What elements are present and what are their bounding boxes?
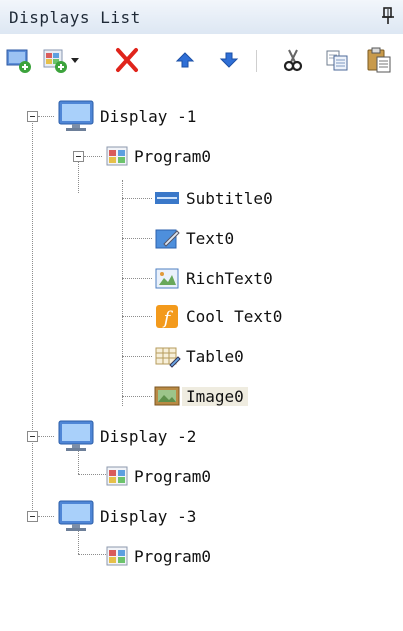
tree-node-label: Cool Text0	[186, 306, 283, 326]
table-icon	[155, 347, 181, 368]
tree-line	[122, 396, 152, 397]
tree-node-label: Program0	[134, 546, 212, 566]
tree-line	[84, 156, 102, 157]
tree-node-label: RichText0	[186, 268, 273, 288]
program-icon	[106, 146, 128, 166]
subtitle-icon	[155, 192, 179, 204]
scissors-icon	[283, 49, 303, 72]
copy-icon	[326, 50, 348, 71]
tree-node-richtext[interactable]: RichText0	[152, 260, 277, 296]
displays-tree: Display -1 Program0 Subtitle0 Text0 Rich	[0, 88, 403, 631]
tree-line	[32, 116, 33, 516]
tree-line	[78, 474, 106, 475]
arrow-up-icon	[175, 52, 195, 68]
cool-text-icon: f	[156, 305, 178, 329]
tree-line	[38, 436, 54, 437]
tree-line	[122, 238, 152, 239]
tree-node-cool-text[interactable]: f Cool Text0	[152, 298, 286, 334]
monitor-icon	[58, 420, 94, 451]
tree-node-label: Table0	[186, 346, 244, 366]
tree-line	[122, 316, 152, 317]
tree-line	[38, 516, 54, 517]
tree-line	[78, 554, 106, 555]
tree-line	[122, 278, 152, 279]
tree-node-label: Display -3	[100, 506, 197, 526]
tree-node-program-display-3[interactable]: Program0	[104, 538, 215, 574]
pin-icon[interactable]	[381, 7, 395, 25]
tree-node-label: Image0	[182, 386, 248, 406]
tree-node-text[interactable]: Text0	[152, 220, 238, 256]
tree-line	[38, 116, 54, 117]
image-icon	[154, 386, 180, 406]
panel-title: Displays List	[9, 8, 141, 27]
tree-node-label: Text0	[186, 228, 235, 248]
tree-line	[122, 356, 152, 357]
richtext-icon	[155, 268, 179, 289]
delete-icon	[116, 48, 138, 72]
move-up-button[interactable]	[170, 45, 200, 75]
tree-node-display-2[interactable]: Display -2	[56, 418, 200, 454]
tree-node-label: Program0	[134, 146, 212, 166]
panel-title-bar: Displays List	[0, 0, 403, 35]
program-icon	[106, 466, 128, 486]
tree-node-display-3[interactable]: Display -3	[56, 498, 200, 534]
move-down-button[interactable]	[214, 45, 244, 75]
add-display-icon	[6, 49, 31, 73]
add-display-button[interactable]	[4, 45, 34, 75]
monitor-icon	[58, 500, 94, 531]
collapse-toggle-program[interactable]	[73, 151, 84, 162]
tree-node-program-display-2[interactable]: Program0	[104, 458, 215, 494]
arrow-down-icon	[219, 52, 239, 68]
cut-button[interactable]	[278, 45, 308, 75]
toolbar	[0, 34, 403, 88]
add-program-dropdown-icon	[43, 49, 79, 73]
tree-node-image[interactable]: Image0	[152, 378, 248, 414]
tree-node-table[interactable]: Table0	[152, 338, 248, 374]
copy-button[interactable]	[322, 45, 352, 75]
program-icon	[106, 546, 128, 566]
paste-button[interactable]	[364, 45, 394, 75]
collapse-toggle-display-1[interactable]	[27, 111, 38, 122]
paste-icon	[367, 47, 391, 73]
add-program-button[interactable]	[42, 45, 82, 75]
monitor-icon	[58, 100, 94, 131]
tree-line	[122, 198, 152, 199]
tree-node-label: Subtitle0	[186, 188, 273, 208]
tree-line	[78, 158, 79, 193]
text-icon	[155, 229, 180, 249]
tree-node-label: Display -1	[100, 106, 197, 126]
collapse-toggle-display-2[interactable]	[27, 431, 38, 442]
tree-node-label: Display -2	[100, 426, 197, 446]
tree-line	[122, 180, 123, 406]
toolbar-separator	[256, 50, 257, 72]
delete-button[interactable]	[112, 45, 142, 75]
collapse-toggle-display-3[interactable]	[27, 511, 38, 522]
tree-node-display-1[interactable]: Display -1	[56, 98, 200, 134]
tree-node-subtitle[interactable]: Subtitle0	[152, 180, 277, 216]
tree-node-program-display-1[interactable]: Program0	[104, 138, 215, 174]
tree-node-label: Program0	[134, 466, 212, 486]
